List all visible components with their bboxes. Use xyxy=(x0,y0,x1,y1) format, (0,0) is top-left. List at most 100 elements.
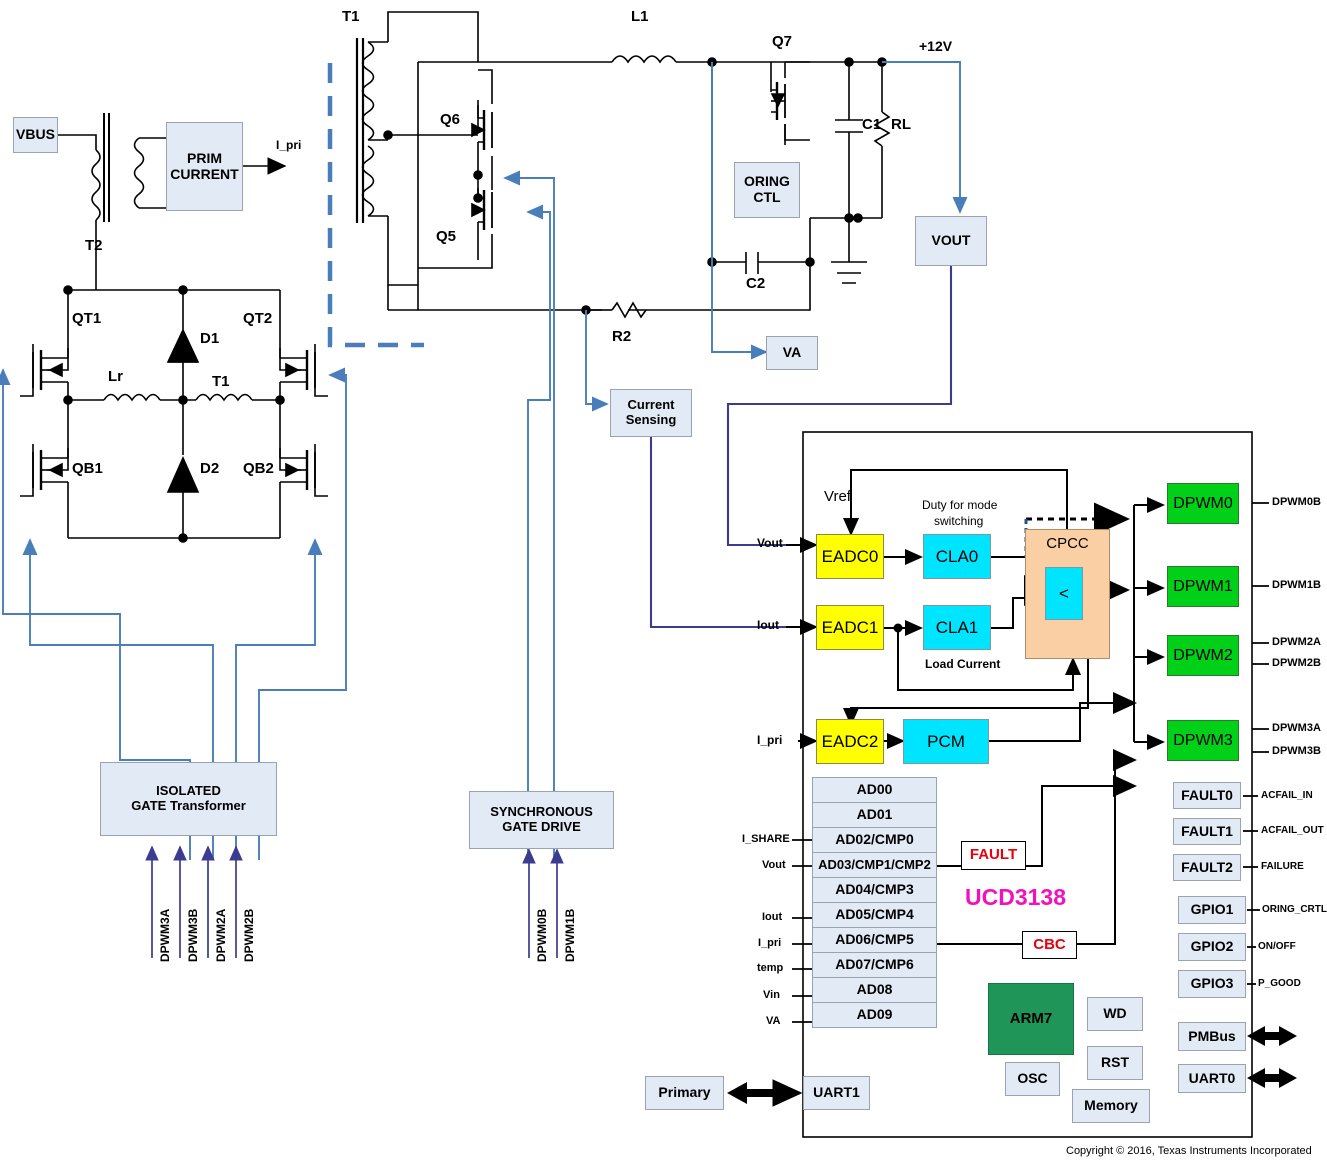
vout-block: VOUT xyxy=(915,216,987,266)
fault-tag: FAULT xyxy=(961,841,1026,870)
current-sensing-line1: Current xyxy=(627,397,675,413)
pin-dpwm2a: DPWM2A xyxy=(1272,636,1321,648)
qb1-label: QB1 xyxy=(72,460,103,477)
pmbus-block: PMBus xyxy=(1178,1022,1246,1051)
memory-block: Memory xyxy=(1072,1089,1150,1123)
adc-row-4: AD04/CMP3 xyxy=(812,877,937,903)
cla1-block: CLA1 xyxy=(923,605,991,650)
dpwm1-block: DPWM1 xyxy=(1167,566,1239,607)
synchronous-gate-drive-block: SYNCHRONOUS GATE DRIVE xyxy=(469,791,614,849)
pin-dpwm0b: DPWM0B xyxy=(1272,496,1321,508)
adc-pin-temp: temp xyxy=(757,962,784,974)
eadc2-block: EADC2 xyxy=(816,719,884,764)
gate-xfmr-input-2: DPWM2A xyxy=(214,908,228,962)
current-sensing-block: Current Sensing xyxy=(610,389,692,437)
dpwm3-block: DPWM3 xyxy=(1167,720,1239,761)
fault-tag-label: FAULT xyxy=(969,846,1018,864)
pin-acfail-in: ACFAIL_IN xyxy=(1261,790,1313,801)
vbus-block: VBUS xyxy=(13,117,58,153)
cla0-block: CLA0 xyxy=(923,534,991,579)
pin-failure: FAILURE xyxy=(1261,861,1304,872)
gate-xfmr-input-3: DPWM2B xyxy=(242,908,256,962)
sync-gate-input-0: DPWM0B xyxy=(535,908,549,962)
oring-line1: ORING xyxy=(744,173,790,190)
fault1-block: FAULT1 xyxy=(1173,818,1241,845)
pin-dpwm3b: DPWM3B xyxy=(1272,745,1321,757)
qt1-label: QT1 xyxy=(72,310,102,327)
adc-row-9: AD09 xyxy=(812,1002,937,1028)
c1-label: C1 xyxy=(862,116,882,133)
qb2-label: QB2 xyxy=(243,460,274,477)
cbc-tag: CBC xyxy=(1022,931,1077,959)
uart0-block: UART0 xyxy=(1178,1064,1246,1093)
adc-row-3: AD03/CMP1/CMP2 xyxy=(812,852,937,878)
load-current-label: Load Current xyxy=(925,657,1001,671)
c2-label: C2 xyxy=(746,275,766,292)
adc-row-2: AD02/CMP0 xyxy=(812,827,937,853)
dpwm2-block: DPWM2 xyxy=(1167,635,1239,676)
oring-ctl-block: ORING CTL xyxy=(734,162,800,218)
q7-label: Q7 xyxy=(772,33,793,50)
adc-pin-i-share: I_SHARE xyxy=(742,833,790,845)
va-block: VA xyxy=(766,336,818,370)
sgd-line2: GATE DRIVE xyxy=(502,819,581,834)
isolated-gate-transformer-block: ISOLATED GATE Transformer xyxy=(100,762,277,836)
pin-dpwm3a: DPWM3A xyxy=(1272,722,1321,734)
lr-label: Lr xyxy=(108,368,123,385)
adc-row-8: AD08 xyxy=(812,977,937,1003)
sync-gate-input-1: DPWM1B xyxy=(563,908,577,962)
pin-on-off: ON/OFF xyxy=(1258,941,1296,952)
vref-label: Vref xyxy=(824,488,851,505)
adc-pin-iout: Iout xyxy=(762,911,783,923)
fault0-block: FAULT0 xyxy=(1173,782,1241,809)
adc-row-5: AD05/CMP4 xyxy=(812,902,937,928)
gate-xfmr-input-1: DPWM3B xyxy=(186,908,200,962)
d2-label: D2 xyxy=(200,460,220,477)
l1-label: L1 xyxy=(631,8,649,25)
current-sensing-line2: Sensing xyxy=(625,412,677,427)
prim-current-block: PRIM CURRENT xyxy=(166,122,243,211)
primary-block: Primary xyxy=(645,1076,724,1110)
ucd-input-ipri: I_pri xyxy=(757,733,783,747)
cbc-tag-label: CBC xyxy=(1033,935,1066,953)
cpcc-comparator: < xyxy=(1045,567,1083,620)
adc-channel-stack: AD00 AD01 AD02/CMP0 AD03/CMP1/CMP2 AD04/… xyxy=(812,777,937,1028)
ucd3138-part-label: UCD3138 xyxy=(965,884,1066,910)
oring-line2: CTL xyxy=(753,189,781,205)
dpwm0-block: DPWM0 xyxy=(1167,483,1239,524)
prim-current-line2: CURRENT xyxy=(170,165,239,182)
r2-label: R2 xyxy=(612,328,632,345)
t1-primary-label: T1 xyxy=(212,373,230,390)
eadc1-block: EADC1 xyxy=(816,605,884,650)
pcm-block: PCM xyxy=(903,719,989,764)
wd-block: WD xyxy=(1087,997,1143,1031)
gpio3-block: GPIO3 xyxy=(1178,970,1246,998)
eadc0-block: EADC0 xyxy=(816,534,884,579)
q5-label: Q5 xyxy=(436,228,457,245)
uart1-block: UART1 xyxy=(803,1076,870,1110)
adc-row-6: AD06/CMP5 xyxy=(812,927,937,953)
pin-acfail-out: ACFAIL_OUT xyxy=(1261,825,1324,836)
adc-row-1: AD01 xyxy=(812,802,937,828)
d1-label: D1 xyxy=(200,330,220,347)
sgd-line1: SYNCHRONOUS xyxy=(490,804,593,820)
q6-label: Q6 xyxy=(440,111,461,128)
duty-note-line2: switching xyxy=(934,514,984,528)
copyright-text: Copyright © 2016, Texas Instruments Inco… xyxy=(1066,1145,1312,1157)
adc-row-0: AD00 xyxy=(812,777,937,803)
ucd-input-iout: Iout xyxy=(757,618,779,632)
qt2-label: QT2 xyxy=(243,310,273,327)
isolation-boundary xyxy=(327,63,424,348)
rst-block: RST xyxy=(1087,1046,1143,1080)
duty-note-line1: Duty for mode xyxy=(922,498,998,512)
i-pri-arrow-label: I_pri xyxy=(276,138,302,152)
adc-pin-vin: Vin xyxy=(763,989,780,1001)
fault2-block: FAULT2 xyxy=(1173,854,1241,881)
osc-block: OSC xyxy=(1005,1062,1060,1096)
diagram-canvas: VBUS PRIM CURRENT T2 I_pri QT1 QT2 QB1 Q… xyxy=(0,0,1327,1165)
pin-oring-crtl: ORING_CRTL xyxy=(1262,904,1327,915)
igt-line1: ISOLATED xyxy=(156,783,221,799)
t2-label: T2 xyxy=(85,237,103,254)
igt-line2: GATE Transformer xyxy=(131,798,246,813)
pin-p-good: P_GOOD xyxy=(1258,978,1301,989)
